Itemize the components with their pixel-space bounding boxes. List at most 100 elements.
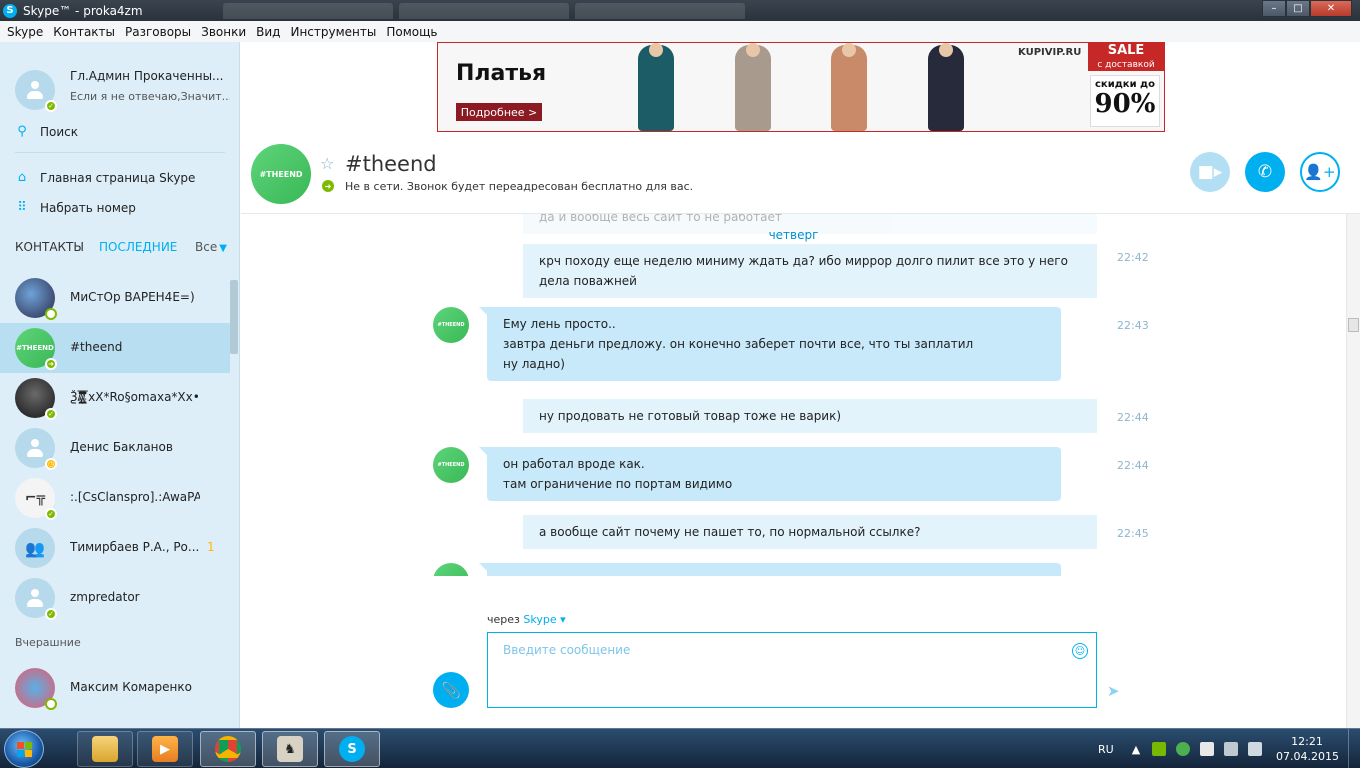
sidebar-scrollbar[interactable] — [230, 280, 238, 354]
rifle-icon: ⌐╦ — [24, 490, 46, 506]
menu-tools[interactable]: Инструменты — [285, 25, 381, 39]
away-status-icon: ◷ — [45, 458, 57, 470]
dial-label: Набрать номер — [40, 200, 136, 215]
system-clock[interactable]: 12:21 07.04.2015 — [1276, 734, 1339, 764]
dial-link[interactable]: ⠿ Набрать номер — [15, 200, 136, 215]
via-selector[interactable]: Skype ▾ — [523, 613, 565, 626]
menu-skype[interactable]: Skype — [2, 25, 48, 39]
add-people-button[interactable]: 👤+ — [1300, 152, 1340, 192]
contact-name: МиСтОр ВАРЕН4Е=) — [70, 290, 195, 304]
minimize-button[interactable]: – — [1262, 0, 1286, 17]
sender-avatar-partial[interactable] — [433, 563, 469, 576]
menu-view[interactable]: Вид — [251, 25, 285, 39]
network-icon[interactable] — [1224, 742, 1239, 756]
window-titlebar: S Skype™ - proka4zm – □ ✕ — [0, 0, 1360, 21]
background-window-tab[interactable] — [223, 2, 393, 19]
message-bubble-incoming[interactable]: он работал вроде как. там ограничение по… — [479, 447, 1061, 501]
show-desktop-button[interactable] — [1348, 729, 1360, 768]
start-button[interactable] — [4, 730, 44, 768]
contact-avatar: ⌐╦ ✓ — [15, 478, 57, 520]
security-icon[interactable] — [1176, 742, 1191, 756]
scrollbar-thumb[interactable] — [1348, 318, 1359, 332]
add-person-icon: 👤+ — [1304, 163, 1336, 181]
contact-item[interactable]: 👥 Тимирбаев Р.А., Ро... 1 — [0, 523, 239, 573]
favorite-star-icon[interactable]: ☆ — [320, 154, 334, 173]
profile-name[interactable]: Гл.Админ Прокаченны... — [70, 69, 230, 83]
contact-item-selected[interactable]: #THEEND ➜ #theend — [0, 323, 230, 373]
via-prefix: через — [487, 613, 520, 626]
message-line: он работал вроде как. — [503, 457, 645, 471]
attach-button[interactable]: 📎 — [433, 672, 469, 708]
show-hidden-icons[interactable]: ▲ — [1132, 743, 1140, 756]
conversation-header: #THEEND ☆ #theend ➜ Не в сети. Звонок бу… — [241, 132, 1360, 214]
contact-name: #theend — [70, 340, 123, 354]
background-window-tab[interactable] — [575, 2, 745, 19]
ad-banner[interactable]: Платья Подробнее > KUPIVIP.RU SALE с дос… — [437, 42, 1165, 132]
avatar-text: #THEEND — [437, 462, 465, 468]
taskbar-counter-strike[interactable]: ♞ — [262, 731, 318, 767]
menu-help[interactable]: Помощь — [381, 25, 442, 39]
message-bubble-incoming[interactable]: Ему лень просто.. завтра деньги предложу… — [479, 307, 1061, 381]
message-time: 22:44 — [1117, 411, 1149, 424]
taskbar-media-player[interactable]: ▶ — [137, 731, 193, 767]
taskbar-skype[interactable]: S — [324, 731, 380, 767]
emoticon-button[interactable]: ☺ — [1072, 643, 1088, 659]
person-icon — [25, 588, 45, 608]
home-link[interactable]: ⌂ Главная страница Skype — [15, 170, 196, 185]
message-line: а вообще сайт почему не пашет то, по нор… — [539, 525, 921, 539]
message-bubble-partial[interactable] — [479, 563, 1061, 576]
menu-conversations[interactable]: Разговоры — [120, 25, 196, 39]
filter-label: Все — [195, 240, 218, 254]
search-button[interactable]: ⚲ Поиск — [15, 124, 78, 139]
message-input[interactable] — [488, 633, 1058, 667]
background-window-tab[interactable] — [399, 2, 569, 19]
message-bubble-outgoing[interactable]: а вообще сайт почему не пашет то, по нор… — [523, 515, 1097, 549]
sender-avatar[interactable]: #THEEND — [433, 447, 469, 483]
video-call-button[interactable]: ■▸ — [1190, 152, 1230, 192]
unread-badge: 1 — [207, 540, 215, 554]
dress-image — [831, 43, 867, 131]
nvidia-icon[interactable] — [1152, 742, 1167, 756]
media-player-icon: ▶ — [152, 736, 178, 762]
contact-item[interactable]: ⌐╦ ✓ :.[CsClanspro].:AwaPA — [0, 473, 239, 523]
close-button[interactable]: ✕ — [1310, 0, 1352, 17]
my-avatar[interactable]: ✓ — [15, 70, 57, 112]
menu-bar: Skype Контакты Разговоры Звонки Вид Инст… — [0, 21, 1360, 42]
conversation-title: #theend — [345, 152, 437, 176]
day-separator: четверг — [768, 228, 819, 242]
language-indicator[interactable]: RU — [1098, 743, 1114, 756]
menu-calls[interactable]: Звонки — [196, 25, 251, 39]
sender-avatar[interactable]: #THEEND — [433, 307, 469, 343]
taskbar-chrome[interactable] — [200, 731, 256, 767]
menu-contacts[interactable]: Контакты — [48, 25, 120, 39]
message-line: крч походу еще неделю миниму ждать да? и… — [539, 254, 1068, 268]
chevron-down-icon: ▾ — [560, 613, 566, 626]
taskbar-explorer[interactable] — [77, 731, 133, 767]
voice-call-button[interactable]: ✆ — [1245, 152, 1285, 192]
contact-item[interactable]: ◷ Денис Бакланов — [0, 423, 239, 473]
divider — [15, 152, 225, 153]
volume-icon[interactable] — [1248, 742, 1263, 756]
profile-mood[interactable]: Если я не отвечаю,Значит... — [70, 90, 230, 103]
contact-item[interactable]: МиСтОр ВАРЕН4Е=) — [0, 273, 239, 323]
send-icon: ➤ — [1107, 682, 1120, 700]
send-button[interactable]: ➤ — [1107, 682, 1120, 700]
chat-scrollbar[interactable] — [1346, 214, 1360, 728]
clock-time: 12:21 — [1291, 735, 1323, 748]
tab-contacts[interactable]: КОНТАКТЫ — [15, 240, 84, 254]
contact-name: Ѯ/̸̵̡̜̪͕̘̤̐̈͆͑̊̂̅̅̅ͅ/̸̵̡̜̪͕̘̤̐̈͆͑̊̂̅̅̅ͅ … — [70, 390, 200, 404]
message-bubble-outgoing[interactable]: ну продовать не готовый товар тоже не ва… — [523, 399, 1097, 433]
filter-dropdown[interactable]: Все ▼ — [195, 240, 227, 254]
tab-recent[interactable]: ПОСЛЕДНИЕ — [99, 240, 177, 254]
ad-more-button[interactable]: Подробнее > — [456, 103, 542, 121]
action-center-icon[interactable] — [1200, 742, 1215, 756]
message-bubble-outgoing[interactable]: крч походу еще неделю миниму ждать да? и… — [523, 244, 1097, 298]
chevron-down-icon: ▼ — [219, 243, 227, 254]
contact-item[interactable]: Максим Комаренко — [0, 663, 239, 713]
ad-discount-value: 90% — [1094, 89, 1156, 119]
contact-item[interactable]: ✓ zmpredator — [0, 573, 239, 623]
maximize-button[interactable]: □ — [1286, 0, 1310, 17]
folder-icon — [92, 736, 118, 762]
contact-item[interactable]: ✓ Ѯ/̸̵̡̜̪͕̘̤̐̈͆͑̊̂̅̅̅ͅ/̸̵̡̜̪͕̘̤̐̈͆͑̊̂̅̅̅… — [0, 373, 239, 423]
conversation-avatar[interactable]: #THEEND — [251, 144, 311, 204]
